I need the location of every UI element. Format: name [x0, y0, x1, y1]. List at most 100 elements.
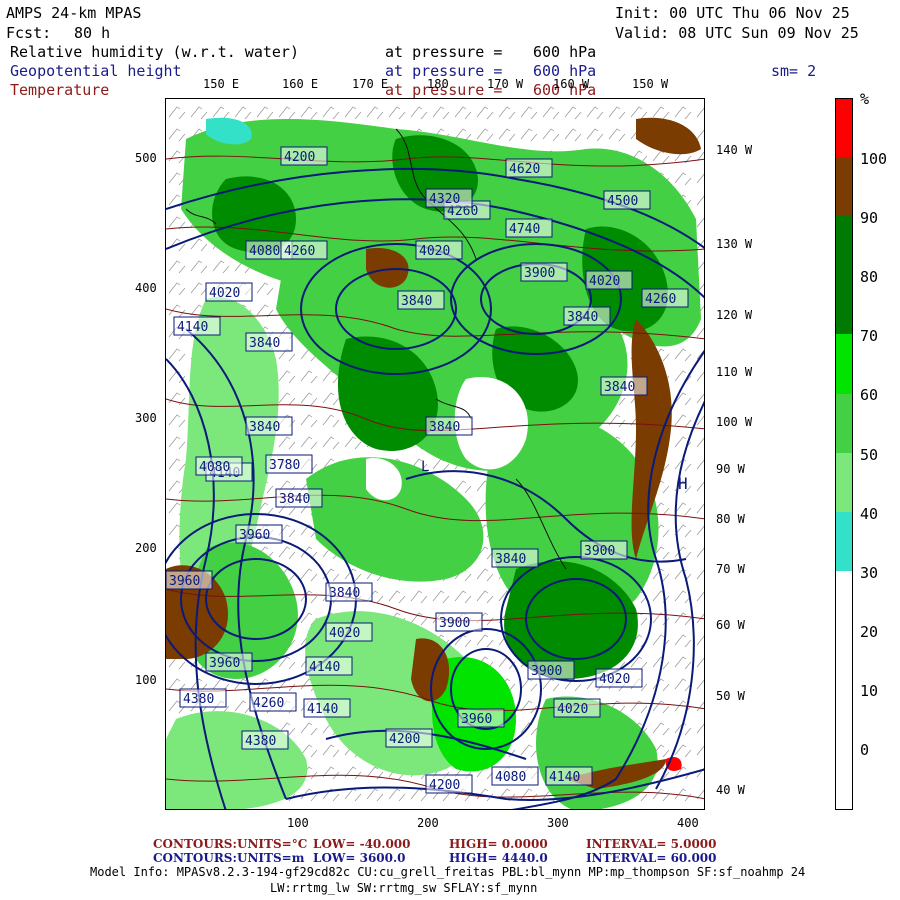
height-label: 4080	[495, 770, 526, 785]
height-label: 3900	[584, 544, 615, 559]
smoothing-label: sm= 2	[771, 62, 817, 80]
field-temp-name: Temperature	[10, 81, 110, 99]
y-tick-label: 100	[135, 673, 157, 687]
height-label: 4620	[509, 162, 540, 177]
height-label: 3840	[429, 420, 460, 435]
field-rh-name: Relative humidity (w.r.t. water)	[10, 43, 299, 61]
height-label: 3900	[524, 266, 555, 281]
colorbar-segment	[836, 394, 852, 453]
colorbar-label: 40	[860, 505, 879, 523]
y-tick-label: 200	[135, 541, 157, 555]
colorbar-label: 70	[860, 327, 879, 345]
height-label: 4020	[589, 274, 620, 289]
low-marker: L	[421, 459, 429, 475]
height-label: 4020	[599, 672, 630, 687]
colorbar-label: 20	[860, 623, 879, 641]
colorbar-segment	[836, 275, 852, 334]
lon-label-right: 40 W	[716, 783, 745, 797]
valid-time: Valid: 08 UTC Sun 09 Nov 25	[615, 24, 859, 42]
height-label: 4140	[309, 660, 340, 675]
height-label: 3960	[239, 528, 270, 543]
high-marker: H	[678, 474, 688, 493]
colorbar-segment	[836, 157, 852, 216]
lon-label-right: 70 W	[716, 562, 745, 576]
lon-label-right: 110 W	[716, 365, 753, 379]
height-label: 4200	[284, 150, 315, 165]
colorbar-segment	[836, 512, 852, 571]
height-label: 4140	[307, 702, 338, 717]
height-label: 3960	[209, 656, 240, 671]
x-tick-label: 400	[677, 816, 699, 830]
height-label: 3840	[279, 492, 310, 507]
colorbar-segment	[836, 571, 852, 809]
model-info-line2: LW:rrtmg_lw SW:rrtmg_sw SFLAY:sf_mynn	[270, 881, 538, 895]
height-label: 3840	[249, 420, 280, 435]
temp-interval: INTERVAL= 5.0000	[586, 837, 717, 851]
height-high: HIGH= 4440.0	[449, 851, 548, 865]
lon-label-top: 180	[427, 77, 449, 91]
height-label: 3900	[531, 664, 562, 679]
height-label: 4500	[607, 194, 638, 209]
lon-label-top: 170 W	[487, 77, 524, 91]
height-label: 4740	[509, 222, 540, 237]
colorbar-label: 80	[860, 268, 879, 286]
lon-label-right: 120 W	[716, 308, 753, 322]
colorbar-label: 100	[860, 150, 888, 168]
height-label: 3840	[249, 336, 280, 351]
height-label: 4320	[429, 192, 460, 207]
colorbar-segment	[836, 216, 852, 275]
temp-contours-label: CONTOURS:	[153, 837, 237, 851]
forecast-hour: 80 h	[74, 24, 111, 42]
colorbar-label: 50	[860, 446, 879, 464]
colorbar-label: 0	[860, 741, 870, 759]
colorbar-label: 60	[860, 386, 879, 404]
height-label: 4080	[249, 244, 280, 259]
colorbar-segment	[836, 453, 852, 512]
field-rh-pressure-label: at pressure =	[385, 43, 503, 61]
y-tick-label: 500	[135, 151, 157, 165]
x-tick-label: 100	[287, 816, 309, 830]
forecast-label: Fcst:	[6, 24, 52, 42]
lon-label-right: 130 W	[716, 237, 753, 251]
lon-label-top: 160 W	[553, 77, 590, 91]
map-canvas: 4620 4260 4740 4500 4080 4020 4020 4260 …	[166, 99, 704, 809]
lon-label-right: 60 W	[716, 618, 745, 632]
height-label: 4260	[645, 292, 676, 307]
colorbar-label: 10	[860, 682, 879, 700]
height-label: 3960	[169, 574, 200, 589]
lon-label-top: 150 E	[203, 77, 240, 91]
height-label: 3840	[401, 294, 432, 309]
height-label: 4140	[549, 770, 580, 785]
height-label: 3840	[495, 552, 526, 567]
map-panel: 4620 4260 4740 4500 4080 4020 4020 4260 …	[165, 98, 705, 810]
height-units: UNITS=m	[237, 851, 305, 865]
init-time: Init: 00 UTC Thu 06 Nov 25	[615, 4, 850, 22]
height-label: 4020	[329, 626, 360, 641]
height-label: 4020	[419, 244, 450, 259]
height-low: LOW= 3600.0	[313, 851, 406, 865]
height-contours-label: CONTOURS:	[153, 851, 237, 865]
field-rh-pressure: 600 hPa	[533, 43, 597, 61]
height-label: 3840	[604, 380, 635, 395]
colorbar-segment	[836, 334, 852, 394]
height-label: 4380	[245, 734, 276, 749]
height-label: 4200	[389, 732, 420, 747]
height-label: 4200	[429, 778, 460, 793]
lon-label-top: 150 W	[632, 77, 669, 91]
lon-label-right: 80 W	[716, 512, 745, 526]
height-label: 3840	[567, 310, 598, 325]
colorbar-label: 90	[860, 209, 879, 227]
height-interval: INTERVAL= 60.000	[586, 851, 717, 865]
lon-label-right: 100 W	[716, 415, 753, 429]
x-tick-label: 200	[417, 816, 439, 830]
height-label: 4020	[209, 286, 240, 301]
y-tick-label: 400	[135, 281, 157, 295]
height-label: 4080	[199, 460, 230, 475]
height-label: 3960	[461, 712, 492, 727]
model-info-line1: Model Info: MPASv8.2.3-194-gf29cd82c CU:…	[90, 865, 806, 879]
lon-label-right: 90 W	[716, 462, 745, 476]
height-label: 4260	[284, 244, 315, 259]
lon-label-top: 160 E	[282, 77, 319, 91]
height-label: 3840	[329, 586, 360, 601]
height-label: 4140	[177, 320, 208, 335]
